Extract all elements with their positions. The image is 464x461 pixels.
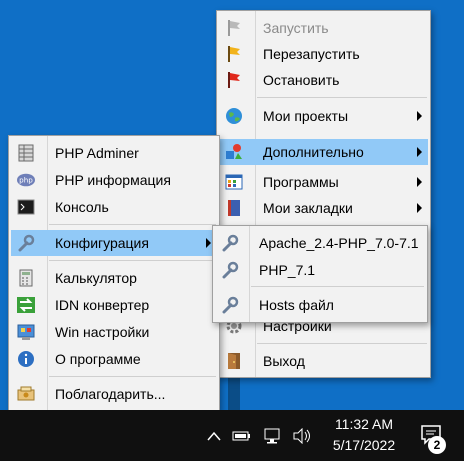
taskbar: 11:32 AM 5/17/2022 2 bbox=[0, 410, 464, 461]
menu-item-about[interactable]: О программе bbox=[11, 346, 217, 372]
wrench-icon bbox=[221, 234, 239, 252]
menu-item-label: Запустить bbox=[263, 20, 329, 36]
submenu-arrow-icon bbox=[206, 238, 211, 248]
info-icon bbox=[17, 350, 35, 368]
menu-separator bbox=[49, 224, 216, 225]
yellow-flag-icon bbox=[225, 45, 243, 63]
red-flag-icon bbox=[225, 71, 243, 89]
menu-item-php-info[interactable]: php PHP информация bbox=[11, 167, 217, 193]
globe-icon bbox=[225, 107, 243, 125]
clock-time: 11:32 AM bbox=[334, 416, 394, 432]
menu-item-hosts-file[interactable]: Hosts файл bbox=[215, 292, 425, 318]
menu-separator bbox=[257, 343, 427, 344]
menu-item-label: Мои закладки bbox=[263, 200, 353, 216]
menu-item-php-config[interactable]: PHP_7.1 bbox=[215, 257, 425, 283]
menu-item-label: Перезапустить bbox=[263, 46, 360, 62]
menu-item-start[interactable]: Запустить bbox=[219, 15, 428, 41]
menu-separator bbox=[251, 286, 424, 287]
php-icon: php bbox=[17, 171, 35, 189]
menu-item-label: О программе bbox=[55, 351, 141, 367]
menu-item-idn-converter[interactable]: IDN конвертер bbox=[11, 292, 217, 318]
submenu-arrow-icon bbox=[417, 111, 422, 121]
battery-icon[interactable] bbox=[232, 426, 252, 446]
donate-icon bbox=[17, 385, 35, 403]
menu-separator bbox=[257, 97, 427, 98]
menu-item-donate[interactable]: Поблагодарить... bbox=[11, 381, 217, 407]
menu-item-stop[interactable]: Остановить bbox=[219, 67, 428, 93]
submenu-arrow-icon bbox=[417, 203, 422, 213]
menu-item-restart[interactable]: Перезапустить bbox=[219, 41, 428, 67]
menu-item-calculator[interactable]: Калькулятор bbox=[11, 265, 217, 291]
window-grid-icon bbox=[225, 173, 243, 191]
control-panel-icon bbox=[17, 323, 35, 341]
submenu-arrow-icon bbox=[417, 147, 422, 157]
clock-date: 5/17/2022 bbox=[332, 437, 396, 453]
menu-separator bbox=[49, 260, 216, 261]
menu-item-label: Калькулятор bbox=[55, 270, 137, 286]
menu-item-exit[interactable]: Выход bbox=[219, 348, 428, 374]
volume-icon[interactable] bbox=[292, 426, 312, 446]
wrench-icon bbox=[221, 261, 239, 279]
configuration-submenu: Apache_2.4-PHP_7.0-7.1 PHP_7.1 Hosts фай… bbox=[212, 225, 428, 323]
console-icon bbox=[17, 198, 35, 216]
shapes-icon bbox=[225, 143, 243, 161]
menu-item-label: Выход bbox=[263, 353, 305, 369]
menu-separator bbox=[49, 376, 216, 377]
menu-item-label: IDN конвертер bbox=[55, 297, 150, 313]
svg-text:php: php bbox=[19, 176, 33, 185]
menu-item-label: Консоль bbox=[55, 199, 109, 215]
notification-center-button[interactable]: 2 bbox=[414, 420, 450, 456]
extra-submenu: PHP Adminer php PHP информация Консоль К… bbox=[8, 135, 220, 411]
menu-item-label: Конфигурация bbox=[55, 235, 149, 251]
convert-arrows-icon bbox=[17, 296, 35, 314]
menu-item-extra[interactable]: Дополнительно bbox=[219, 139, 428, 165]
menu-item-label: Win настройки bbox=[55, 324, 150, 340]
submenu-arrow-icon bbox=[417, 177, 422, 187]
database-grid-icon bbox=[17, 144, 35, 162]
system-clock[interactable]: 11:32 AM 5/17/2022 bbox=[318, 414, 410, 456]
menu-item-php-adminer[interactable]: PHP Adminer bbox=[11, 140, 217, 166]
menu-item-win-settings[interactable]: Win настройки bbox=[11, 319, 217, 345]
menu-item-my-projects[interactable]: Мои проекты bbox=[219, 103, 428, 129]
menu-item-label: Поблагодарить... bbox=[55, 386, 166, 402]
wrench-icon bbox=[17, 234, 35, 252]
menu-item-console[interactable]: Консоль bbox=[11, 194, 217, 220]
menu-item-label: Мои проекты bbox=[263, 108, 349, 124]
menu-item-label: Apache_2.4-PHP_7.0-7.1 bbox=[259, 235, 419, 251]
notification-count-badge: 2 bbox=[428, 436, 446, 454]
menu-item-label: PHP информация bbox=[55, 172, 171, 188]
menu-item-configuration[interactable]: Конфигурация bbox=[11, 230, 217, 256]
menu-item-label: Hosts файл bbox=[259, 297, 334, 313]
desktop-background bbox=[228, 378, 240, 410]
menu-item-label: PHP Adminer bbox=[55, 145, 139, 161]
menu-item-label: Программы bbox=[263, 174, 339, 190]
chevron-up-icon[interactable] bbox=[204, 426, 224, 446]
calculator-icon bbox=[17, 269, 35, 287]
network-icon[interactable] bbox=[262, 426, 282, 446]
wrench-icon bbox=[221, 296, 239, 314]
door-exit-icon bbox=[225, 352, 243, 370]
menu-item-label: PHP_7.1 bbox=[259, 262, 316, 278]
menu-item-bookmarks[interactable]: Мои закладки bbox=[219, 195, 428, 221]
green-flag-icon bbox=[225, 19, 243, 37]
menu-item-programs[interactable]: Программы bbox=[219, 169, 428, 195]
menu-item-label: Дополнительно bbox=[263, 144, 364, 160]
menu-item-label: Остановить bbox=[263, 72, 340, 88]
menu-item-apache-config[interactable]: Apache_2.4-PHP_7.0-7.1 bbox=[215, 230, 425, 256]
book-icon bbox=[225, 199, 243, 217]
